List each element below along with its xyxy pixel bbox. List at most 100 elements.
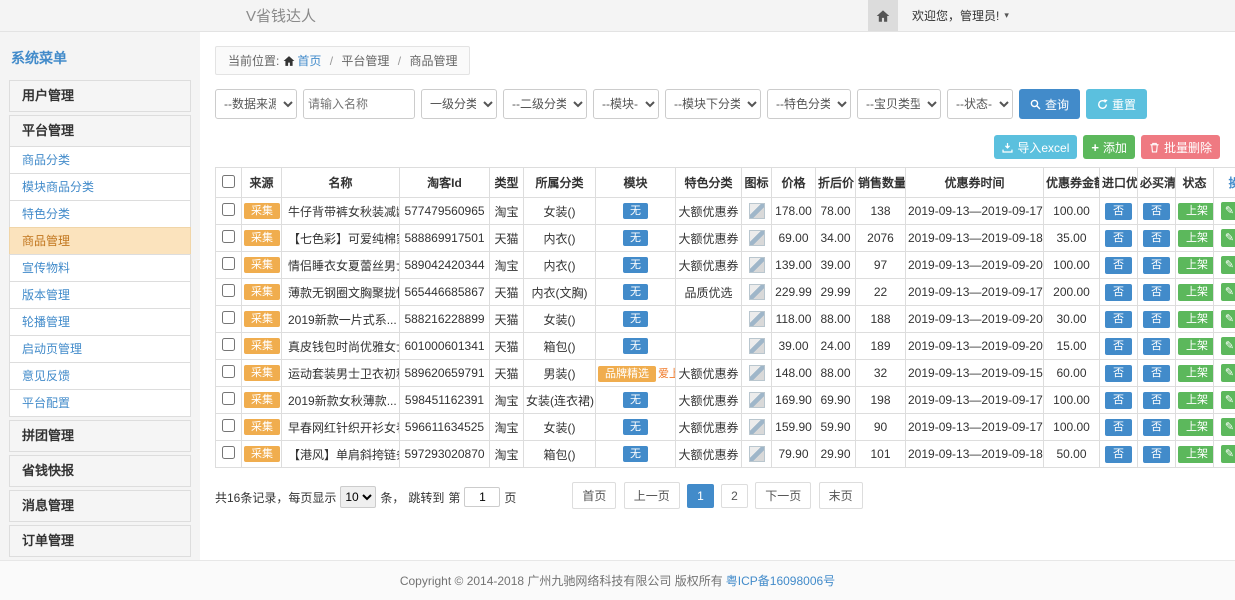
reset-button[interactable]: 重置 — [1086, 89, 1147, 119]
import-select-toggle[interactable]: 否 — [1105, 446, 1132, 463]
sidebar-item-product-management[interactable]: 商品管理 — [9, 227, 191, 255]
sidebar-item-promo-material[interactable]: 宣传物料 — [9, 254, 191, 282]
home-button[interactable] — [868, 0, 898, 31]
sidebar-item-saving-express[interactable]: 省钱快报 — [9, 455, 191, 487]
edit-button[interactable]: ✎ — [1221, 310, 1235, 328]
must-buy-cell: 否 — [1138, 333, 1176, 360]
sidebar-item-version-management[interactable]: 版本管理 — [9, 281, 191, 309]
must-buy-toggle[interactable]: 否 — [1143, 311, 1170, 328]
edit-button[interactable]: ✎ — [1221, 256, 1235, 274]
must-buy-toggle[interactable]: 否 — [1143, 392, 1170, 409]
first-page-button[interactable]: 首页 — [572, 482, 616, 509]
batch-delete-button[interactable]: 批量删除 — [1141, 135, 1220, 159]
must-buy-toggle[interactable]: 否 — [1143, 419, 1170, 436]
checkbox-cell — [216, 198, 242, 225]
sidebar-item-order-management[interactable]: 订单管理 — [9, 525, 191, 557]
name-search-input[interactable] — [303, 89, 415, 119]
icp-link[interactable]: 粤ICP备16098006号 — [726, 572, 835, 589]
data-source-select[interactable]: --数据来源-- — [215, 89, 297, 119]
must-buy-toggle[interactable]: 否 — [1143, 203, 1170, 220]
page-2-button[interactable]: 2 — [721, 484, 748, 508]
edit-button[interactable]: ✎ — [1221, 445, 1235, 463]
module-subcategory-select[interactable]: --模块下分类-- — [665, 89, 761, 119]
import-select-toggle[interactable]: 否 — [1105, 338, 1132, 355]
page-1-button[interactable]: 1 — [687, 484, 714, 508]
row-checkbox[interactable] — [222, 284, 235, 297]
edit-button[interactable]: ✎ — [1221, 283, 1235, 301]
next-page-button[interactable]: 下一页 — [755, 482, 811, 509]
row-checkbox[interactable] — [222, 365, 235, 378]
feature-category-select[interactable]: --特色分类-- — [767, 89, 851, 119]
row-checkbox[interactable] — [222, 446, 235, 459]
sidebar-item-product-category[interactable]: 商品分类 — [9, 146, 191, 174]
status-toggle[interactable]: 上架 — [1178, 284, 1214, 301]
add-button[interactable]: + 添加 — [1083, 135, 1135, 159]
price-cell: 39.00 — [772, 333, 816, 360]
edit-button[interactable]: ✎ — [1221, 202, 1235, 220]
must-buy-toggle[interactable]: 否 — [1143, 230, 1170, 247]
import-excel-button[interactable]: 导入excel — [994, 135, 1077, 159]
status-toggle[interactable]: 上架 — [1178, 446, 1214, 463]
import-select-toggle[interactable]: 否 — [1105, 230, 1132, 247]
select-all-checkbox[interactable] — [222, 175, 235, 188]
row-checkbox[interactable] — [222, 311, 235, 324]
sidebar-item-user-management[interactable]: 用户管理 — [9, 80, 191, 112]
import-select-toggle[interactable]: 否 — [1105, 203, 1132, 220]
status-toggle[interactable]: 上架 — [1178, 311, 1214, 328]
sidebar-item-module-product-category[interactable]: 模块商品分类 — [9, 173, 191, 201]
row-checkbox[interactable] — [222, 419, 235, 432]
import-select-toggle[interactable]: 否 — [1105, 365, 1132, 382]
edit-button[interactable]: ✎ — [1221, 391, 1235, 409]
status-select[interactable]: --状态-- — [947, 89, 1013, 119]
sidebar-item-feature-category[interactable]: 特色分类 — [9, 200, 191, 228]
must-buy-toggle[interactable]: 否 — [1143, 446, 1170, 463]
ops-cell: ✎✖ — [1214, 333, 1235, 360]
coupon-time-cell: 2019-09-13—2019-09-17 — [906, 414, 1044, 441]
edit-button[interactable]: ✎ — [1221, 337, 1235, 355]
sidebar-title: 系统菜单 — [9, 40, 191, 80]
jump-page-input[interactable] — [464, 487, 500, 507]
import-select-toggle[interactable]: 否 — [1105, 392, 1132, 409]
last-page-button[interactable]: 末页 — [819, 482, 863, 509]
row-checkbox[interactable] — [222, 257, 235, 270]
edit-button[interactable]: ✎ — [1221, 418, 1235, 436]
user-menu[interactable]: 欢迎您，管理员! ▾ — [912, 7, 1009, 24]
status-toggle[interactable]: 上架 — [1178, 365, 1214, 382]
import-select-toggle[interactable]: 否 — [1105, 311, 1132, 328]
sidebar-item-carousel-management[interactable]: 轮播管理 — [9, 308, 191, 336]
sidebar-item-message-management[interactable]: 消息管理 — [9, 490, 191, 522]
item-type-select[interactable]: --宝贝类型-- — [857, 89, 941, 119]
breadcrumb-home-link[interactable]: 首页 — [297, 54, 321, 68]
status-toggle[interactable]: 上架 — [1178, 257, 1214, 274]
row-checkbox[interactable] — [222, 203, 235, 216]
must-buy-toggle[interactable]: 否 — [1143, 338, 1170, 355]
sidebar-item-splash-page-management[interactable]: 启动页管理 — [9, 335, 191, 363]
status-toggle[interactable]: 上架 — [1178, 392, 1214, 409]
import-select-toggle[interactable]: 否 — [1105, 419, 1132, 436]
import-select-toggle[interactable]: 否 — [1105, 284, 1132, 301]
sidebar-item-feedback[interactable]: 意见反馈 — [9, 362, 191, 390]
row-checkbox[interactable] — [222, 230, 235, 243]
sidebar-item-groupbuy-management[interactable]: 拼团管理 — [9, 420, 191, 452]
must-buy-toggle[interactable]: 否 — [1143, 284, 1170, 301]
status-toggle[interactable]: 上架 — [1178, 230, 1214, 247]
status-toggle[interactable]: 上架 — [1178, 338, 1214, 355]
status-toggle[interactable]: 上架 — [1178, 419, 1214, 436]
edit-button[interactable]: ✎ — [1221, 229, 1235, 247]
import-select-toggle[interactable]: 否 — [1105, 257, 1132, 274]
edit-button[interactable]: ✎ — [1221, 364, 1235, 382]
breadcrumb-platform-management[interactable]: 平台管理 — [341, 54, 389, 68]
row-checkbox[interactable] — [222, 338, 235, 351]
status-toggle[interactable]: 上架 — [1178, 203, 1214, 220]
per-page-select[interactable]: 10 — [340, 486, 376, 508]
row-checkbox[interactable] — [222, 392, 235, 405]
prev-page-button[interactable]: 上一页 — [624, 482, 680, 509]
sidebar-item-platform-config[interactable]: 平台配置 — [9, 389, 191, 417]
search-button[interactable]: 查询 — [1019, 89, 1080, 119]
must-buy-toggle[interactable]: 否 — [1143, 257, 1170, 274]
level1-category-select[interactable]: 一级分类 — [421, 89, 497, 119]
module-select[interactable]: --模块-- — [593, 89, 659, 119]
must-buy-toggle[interactable]: 否 — [1143, 365, 1170, 382]
sidebar-item-platform-management[interactable]: 平台管理 — [9, 115, 191, 147]
level2-category-select[interactable]: --二级分类-- — [503, 89, 587, 119]
